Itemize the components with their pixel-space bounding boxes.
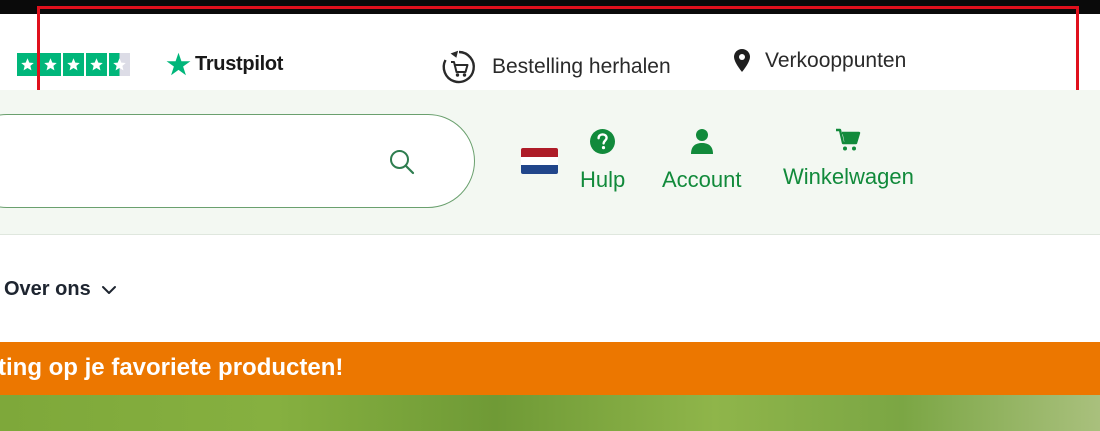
account-label: Account [662,167,742,192]
language-flag-button[interactable] [521,148,558,174]
help-label: Hulp [580,167,626,192]
trustpilot-rating[interactable] [17,53,130,76]
main-header: Hulp Account Winkelwagen [0,90,1100,235]
location-pin-icon [734,49,750,72]
user-icon [690,129,713,154]
reorder-label: Bestelling herhalen [492,55,671,78]
stores-link[interactable]: Verkooppunten [733,48,906,73]
promo-banner[interactable]: ting op je favoriete producten! [0,342,1100,395]
menu-item-over-ons[interactable]: Over ons [4,278,117,301]
top-black-bar [0,0,1100,14]
trustpilot-logo[interactable]: Trustpilot [165,51,283,78]
cart-button[interactable]: Winkelwagen [783,128,914,190]
star-icon [17,53,38,76]
star-icon [63,53,84,76]
cart-label: Winkelwagen [783,164,914,189]
search-bar[interactable] [0,114,475,208]
trustpilot-star-icon [166,52,191,76]
star-icon [86,53,107,76]
reorder-cart-icon [442,50,475,84]
star-icon [40,53,61,76]
cart-icon [836,128,861,151]
reorder-link[interactable]: Bestelling herhalen [440,48,671,86]
hero-image [0,395,1100,431]
stores-label: Verkooppunten [765,48,907,72]
help-icon [590,129,616,154]
menu-item-label: Over ons [4,278,91,300]
search-icon[interactable] [388,148,416,176]
chevron-down-icon [101,285,116,294]
star-icon [109,53,130,76]
utility-bar: Trustpilot Bestelling herhalen Verkooppu… [0,14,1100,90]
account-button[interactable]: Account [662,128,742,193]
trustpilot-logo-text: Trustpilot [195,53,284,75]
main-menu: Over ons [0,235,1100,342]
help-button[interactable]: Hulp [580,128,625,193]
promo-text: ting op je favoriete producten! [0,354,344,381]
